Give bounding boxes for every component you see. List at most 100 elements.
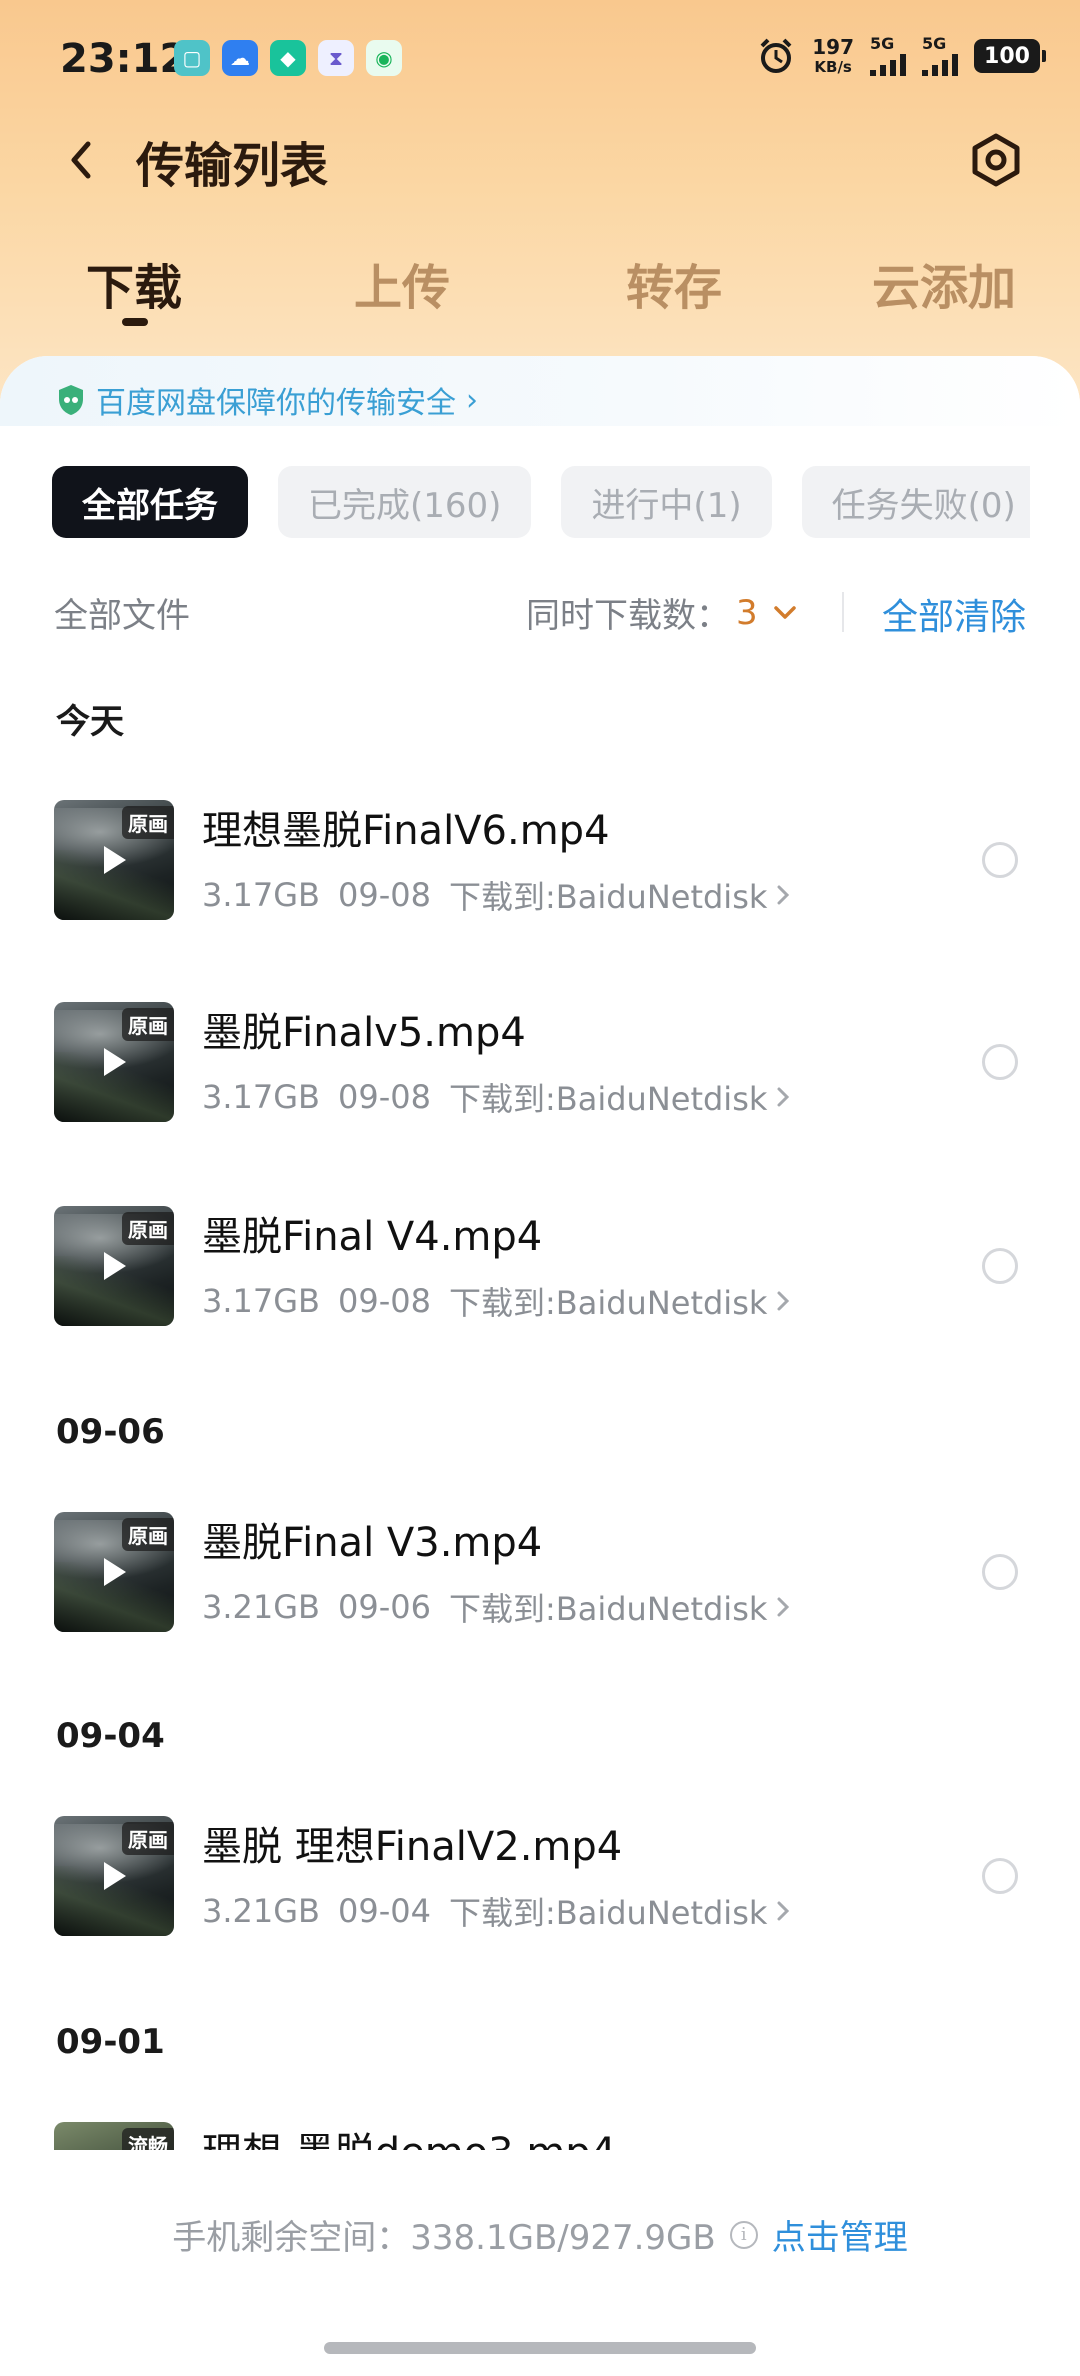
record-app-icon: ◉ (366, 40, 402, 76)
section-header: 09-06 (56, 1412, 165, 1452)
tab-upload[interactable]: 上传 (354, 248, 450, 318)
file-size: 3.17GB (202, 1078, 320, 1116)
chevron-down-icon (773, 605, 796, 619)
file-row[interactable]: 原画 墨脱Finalv5.mp4 3.17GB 09-08 下载到:BaiduN… (0, 992, 1080, 1132)
settings-button[interactable] (968, 132, 1024, 188)
file-row[interactable]: 原画 墨脱Final V3.mp4 3.21GB 09-06 下载到:Baidu… (0, 1502, 1080, 1642)
chevron-right-icon: › (466, 382, 478, 418)
storage-footer: 手机剩余空间：338.1GB/927.9GB i 点击管理 (0, 2210, 1080, 2259)
security-banner-text: 百度网盘保障你的传输安全 (96, 386, 456, 421)
chevron-right-icon (777, 885, 790, 905)
timer-app-icon: ⧗ (318, 40, 354, 76)
section-header: 09-01 (56, 2022, 165, 2062)
file-date: 09-08 (338, 1078, 431, 1116)
signal-bars-icon (922, 54, 958, 76)
shield-icon (59, 385, 83, 415)
file-row[interactable]: 原画 理想墨脱FinalV6.mp4 3.17GB 09-08 下载到:Baid… (0, 790, 1080, 930)
battery-indicator: 100 (974, 39, 1046, 73)
concurrent-label: 同时下载数： (526, 596, 730, 636)
status-bar: 23:12 ▢ ☁ ◆ ⧗ ◉ 197 KB/s 5G 5G 100 (0, 0, 1080, 120)
quality-badge: 原画 (122, 1822, 174, 1855)
video-thumbnail: 原画 (54, 800, 174, 920)
file-destination[interactable]: 下载到:BaiduNetdisk (449, 1888, 767, 1934)
video-thumbnail: 原画 (54, 1816, 174, 1936)
file-name: 墨脱Final V3.mp4 (202, 1520, 543, 1566)
file-destination[interactable]: 下载到:BaiduNetdisk (449, 1278, 767, 1324)
back-button[interactable] (66, 130, 106, 190)
divider (842, 592, 844, 632)
hexagon-gear-icon (972, 133, 1020, 187)
file-destination[interactable]: 下载到:BaiduNetdisk (449, 1074, 767, 1120)
signal-1: 5G (870, 36, 906, 76)
select-radio[interactable] (982, 842, 1018, 878)
file-size: 3.17GB (202, 1282, 320, 1320)
file-destination[interactable]: 下载到:BaiduNetdisk (449, 872, 767, 918)
chevron-right-icon (777, 1087, 790, 1107)
section-header: 今天 (56, 702, 124, 742)
filter-all-tasks[interactable]: 全部任务 (52, 466, 248, 538)
status-time: 23:12 (60, 36, 188, 82)
file-date: 09-06 (338, 1588, 431, 1626)
select-radio[interactable] (982, 1248, 1018, 1284)
alarm-icon (760, 38, 792, 73)
chevron-left-icon (71, 141, 91, 179)
file-row[interactable]: 原画 墨脱Final V4.mp4 3.17GB 09-08 下载到:Baidu… (0, 1196, 1080, 1336)
content-panel (0, 356, 1080, 2376)
quality-badge: 原画 (122, 1518, 174, 1551)
select-radio[interactable] (982, 1044, 1018, 1080)
all-files-filter[interactable]: 全部文件 (54, 588, 190, 637)
play-icon (104, 1252, 126, 1280)
chevron-right-icon (777, 1291, 790, 1311)
video-thumbnail: 原画 (54, 1206, 174, 1326)
filter-completed[interactable]: 已完成(160) (278, 466, 532, 538)
network-speed: 197 KB/s (812, 35, 854, 76)
file-meta: 3.21GB 09-06 下载到:BaiduNetdisk (202, 1584, 793, 1630)
filter-chips: 全部任务 已完成(160) 进行中(1) 任务失败(0) (52, 466, 1030, 538)
clear-all-button[interactable]: 全部清除 (882, 588, 1026, 640)
video-thumbnail: 原画 (54, 1002, 174, 1122)
security-banner-content[interactable]: 百度网盘保障你的传输安全 › (56, 378, 478, 422)
concurrent-value: 3 (736, 592, 758, 633)
filter-failed[interactable]: 任务失败(0) (801, 466, 1030, 538)
play-icon (104, 1048, 126, 1076)
tab-transfer-save[interactable]: 转存 (626, 248, 722, 318)
file-row[interactable]: 原画 墨脱 理想FinalV2.mp4 3.21GB 09-04 下载到:Bai… (0, 1806, 1080, 1946)
file-size: 3.21GB (202, 1588, 320, 1626)
file-date: 09-08 (338, 1282, 431, 1320)
home-indicator[interactable] (324, 2342, 756, 2354)
active-tab-indicator (122, 318, 148, 326)
select-radio[interactable] (982, 1858, 1018, 1894)
status-indicators: 197 KB/s 5G 5G 100 (756, 35, 1046, 76)
play-icon (104, 1558, 126, 1586)
manage-storage-link[interactable]: 点击管理 (772, 2210, 908, 2259)
filter-in-progress[interactable]: 进行中(1) (561, 466, 772, 538)
file-meta: 3.17GB 09-08 下载到:BaiduNetdisk (202, 1074, 793, 1120)
tab-download[interactable]: 下载 (86, 248, 182, 318)
netdisk-app-icon: ☁ (222, 40, 258, 76)
quality-badge: 原画 (122, 1008, 174, 1041)
quality-badge: 原画 (122, 806, 174, 839)
message-app-icon: ▢ (174, 40, 210, 76)
quality-badge: 原画 (122, 1212, 174, 1245)
file-meta: 3.21GB 09-04 下载到:BaiduNetdisk (202, 1888, 793, 1934)
page-title: 传输列表 (136, 138, 329, 194)
tab-cloud-add[interactable]: 云添加 (872, 248, 1016, 318)
signal-2: 5G (922, 36, 958, 76)
transfer-tabs: 下载 上传 转存 云添加 (0, 248, 1080, 338)
signal-bars-icon (870, 54, 906, 76)
file-size: 3.21GB (202, 1892, 320, 1930)
tool-app-icon: ◆ (270, 40, 306, 76)
file-name: 墨脱Finalv5.mp4 (202, 1010, 526, 1056)
play-icon (104, 846, 126, 874)
file-date: 09-08 (338, 876, 431, 914)
concurrent-downloads-select[interactable]: 同时下载数： 3 (526, 588, 798, 637)
chevron-right-icon (777, 1901, 790, 1921)
section-header: 09-04 (56, 1716, 165, 1756)
file-date: 09-04 (338, 1892, 431, 1930)
info-icon[interactable]: i (729, 2220, 758, 2249)
select-radio[interactable] (982, 1554, 1018, 1590)
file-destination[interactable]: 下载到:BaiduNetdisk (449, 1584, 767, 1630)
file-name: 墨脱 理想FinalV2.mp4 (202, 1824, 623, 1870)
file-name: 理想墨脱FinalV6.mp4 (202, 808, 610, 854)
chevron-right-icon (777, 1597, 790, 1617)
